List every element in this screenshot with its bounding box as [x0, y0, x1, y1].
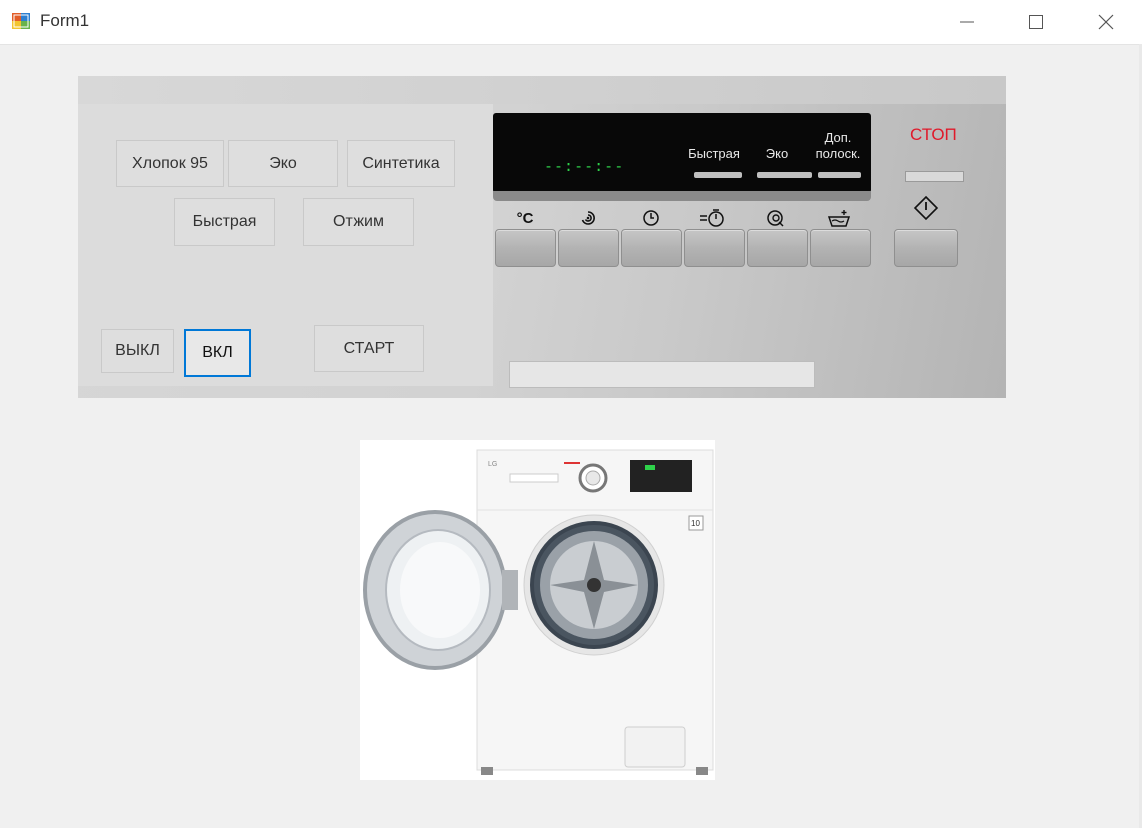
program-eco-button[interactable]: Эко	[228, 140, 338, 187]
display-eco-label: Эко	[765, 146, 789, 161]
washing-machine-image: LG 10	[360, 440, 715, 780]
washer-control-panel: Хлопок 95 Эко Синтетика Быстрая Отжим ВЫ…	[78, 76, 1006, 398]
title-bar: Form1	[0, 0, 1142, 45]
delay-timer-icon	[683, 207, 743, 229]
minimize-icon	[960, 21, 974, 23]
app-icon	[12, 13, 30, 29]
program-cotton-95-button[interactable]: Хлопок 95	[116, 140, 224, 187]
eco-drum-icon	[746, 207, 806, 229]
power-on-button[interactable]: ВКЛ	[184, 329, 251, 377]
washing-machine-photo: LG 10	[363, 449, 714, 775]
close-icon	[1098, 14, 1114, 30]
minimize-button[interactable]	[931, 0, 1001, 44]
close-button[interactable]	[1071, 0, 1141, 44]
lcd-display: --:--:-- Быстрая Эко Доп. полоск.	[493, 113, 871, 193]
display-bezel	[493, 191, 871, 201]
temp-label: °C	[516, 209, 534, 227]
temp-icon: °C	[495, 207, 555, 229]
wash-progress-bar	[509, 361, 815, 388]
eco-mode-button[interactable]	[747, 229, 808, 267]
start-stop-icon	[896, 195, 956, 221]
program-synthetic-button[interactable]: Синтетика	[347, 140, 455, 187]
spin-speed-button[interactable]	[558, 229, 619, 267]
extra-rinse-button[interactable]	[810, 229, 871, 267]
power-off-button[interactable]: ВЫКЛ	[101, 329, 174, 373]
maximize-icon	[1029, 15, 1043, 29]
svg-text:LG: LG	[488, 461, 497, 468]
time-readout: --:--:--	[544, 157, 625, 175]
maximize-button[interactable]	[1001, 0, 1071, 44]
program-quick-button[interactable]: Быстрая	[174, 198, 275, 246]
temperature-button[interactable]	[495, 229, 556, 267]
rinse-indicator	[818, 172, 861, 178]
window-title: Form1	[40, 11, 90, 30]
stop-label: СТОП	[910, 125, 957, 144]
start-button[interactable]: СТАРТ	[314, 325, 424, 372]
svg-text:10: 10	[691, 519, 700, 528]
stop-button[interactable]	[894, 229, 958, 267]
timer-button[interactable]	[621, 229, 682, 267]
display-rinse-label-1: Доп.	[824, 130, 852, 145]
quick-indicator	[694, 172, 742, 178]
eco-indicator	[757, 172, 812, 178]
display-quick-label: Быстрая	[688, 146, 740, 161]
display-rinse-label-2: полоск.	[815, 146, 861, 161]
delay-start-button[interactable]	[684, 229, 745, 267]
panel-top-band	[78, 76, 1006, 104]
stop-indicator	[905, 171, 964, 182]
spin-icon	[558, 207, 618, 229]
clock-icon	[621, 207, 681, 229]
program-spin-button[interactable]: Отжим	[303, 198, 414, 246]
rinse-basin-icon	[809, 207, 869, 229]
